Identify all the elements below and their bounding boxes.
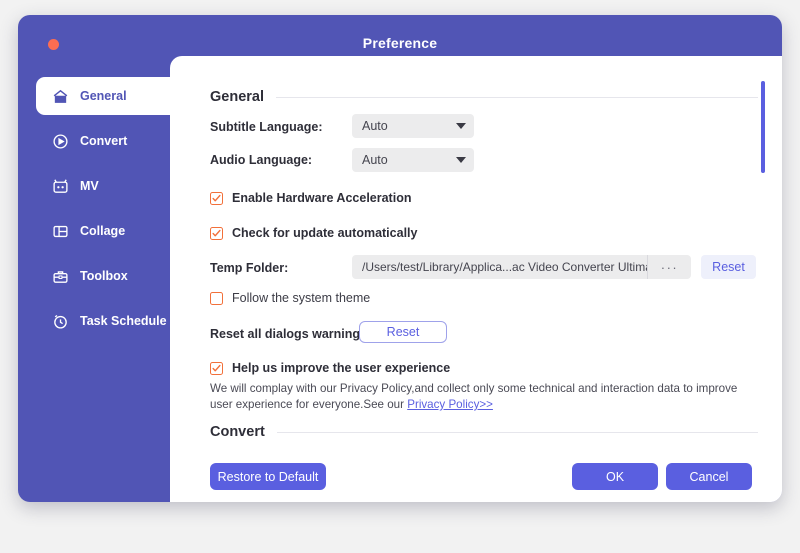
checkbox-checked-icon[interactable] bbox=[210, 226, 223, 240]
mv-frame-icon bbox=[52, 178, 69, 195]
chevron-down-icon bbox=[456, 157, 466, 163]
section-title: Convert bbox=[210, 424, 265, 440]
audio-language-label: Audio Language: bbox=[210, 153, 313, 167]
audio-language-select[interactable]: Auto bbox=[352, 148, 474, 172]
collage-layout-icon bbox=[52, 223, 69, 240]
section-divider bbox=[276, 431, 758, 433]
section-header-general: General bbox=[210, 89, 758, 105]
sidebar-item-label: MV bbox=[80, 179, 99, 193]
subtitle-language-label: Subtitle Language: bbox=[210, 120, 323, 134]
play-circle-icon bbox=[52, 133, 69, 150]
sidebar-item-label: Toolbox bbox=[80, 269, 128, 283]
sidebar-item-label: General bbox=[80, 89, 127, 103]
checkbox-unchecked-icon[interactable] bbox=[210, 291, 223, 305]
content-panel: General Subtitle Language: Auto Audio La… bbox=[170, 56, 782, 502]
preference-window: Preference General Convert MV Collage To… bbox=[18, 15, 782, 502]
screen: Preference General Convert MV Collage To… bbox=[0, 0, 800, 553]
subtitle-language-select[interactable]: Auto bbox=[352, 114, 474, 138]
check-update-row[interactable]: Check for update automatically bbox=[210, 226, 417, 240]
ok-button[interactable]: OK bbox=[572, 463, 658, 490]
section-header-convert: Convert bbox=[210, 424, 758, 440]
reset-dialogs-label: Reset all dialogs warnings: bbox=[210, 327, 372, 341]
section-divider bbox=[276, 96, 758, 98]
toolbox-icon bbox=[52, 268, 69, 285]
sidebar-item-label: Collage bbox=[80, 224, 126, 238]
check-update-label: Check for update automatically bbox=[232, 226, 418, 240]
temp-folder-reset-button[interactable]: Reset bbox=[701, 255, 756, 279]
title-bar: Preference bbox=[18, 15, 782, 59]
follow-system-theme-label: Follow the system theme bbox=[232, 291, 371, 305]
sidebar-item-label: Convert bbox=[80, 134, 128, 148]
home-icon bbox=[52, 88, 69, 105]
dialog-footer: Restore to Default OK Cancel bbox=[170, 448, 782, 502]
alarm-clock-icon bbox=[52, 313, 69, 330]
temp-folder-label: Temp Folder: bbox=[210, 261, 289, 275]
temp-folder-path[interactable]: /Users/test/Library/Applica...ac Video C… bbox=[352, 255, 647, 279]
audio-language-value: Auto bbox=[362, 153, 388, 167]
hardware-acceleration-row[interactable]: Enable Hardware Acceleration bbox=[210, 191, 411, 205]
sidebar-item-label: Task Schedule bbox=[80, 314, 167, 328]
privacy-policy-link[interactable]: Privacy Policy>> bbox=[407, 398, 493, 411]
reset-dialogs-button[interactable]: Reset bbox=[359, 321, 447, 343]
sidebar: General Convert MV Collage Toolbox Task … bbox=[18, 59, 196, 502]
window-title: Preference bbox=[362, 35, 438, 51]
cancel-button[interactable]: Cancel bbox=[666, 463, 752, 490]
checkbox-checked-icon[interactable] bbox=[210, 191, 223, 205]
restore-to-default-button[interactable]: Restore to Default bbox=[210, 463, 326, 490]
settings-scroll-area: General Subtitle Language: Auto Audio La… bbox=[170, 56, 782, 448]
subtitle-language-value: Auto bbox=[362, 119, 388, 133]
improve-experience-label: Help us improve the user experience bbox=[232, 361, 451, 375]
privacy-description: We will complay with our Privacy Policy,… bbox=[210, 381, 750, 413]
checkbox-checked-icon[interactable] bbox=[210, 361, 223, 375]
vertical-scrollbar[interactable] bbox=[761, 81, 765, 173]
temp-folder-browse-button[interactable]: ··· bbox=[647, 255, 691, 279]
improve-experience-row[interactable]: Help us improve the user experience bbox=[210, 361, 450, 375]
section-title: General bbox=[210, 89, 264, 105]
follow-system-theme-row[interactable]: Follow the system theme bbox=[210, 291, 370, 305]
hardware-acceleration-label: Enable Hardware Acceleration bbox=[232, 191, 412, 205]
chevron-down-icon bbox=[456, 123, 466, 129]
